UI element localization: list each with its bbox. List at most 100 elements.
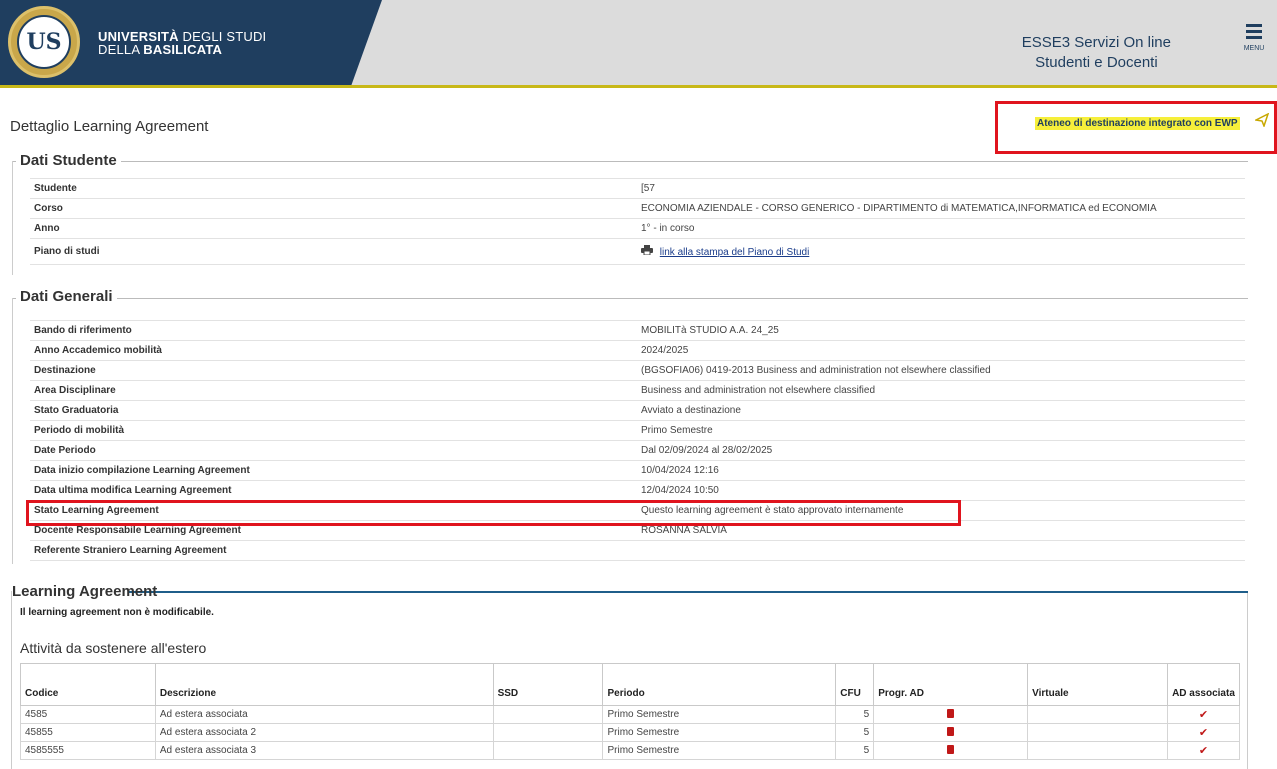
seal-letters: US [17, 15, 71, 69]
field-label: Data ultima modifica Learning Agreement [30, 480, 637, 501]
cell-ad-associata: ✔ [1166, 723, 1241, 742]
printer-icon[interactable] [641, 245, 656, 258]
cell-progr-ad [873, 741, 1029, 760]
field-label: Area Disciplinare [30, 380, 637, 401]
column-header[interactable]: Virtuale [1027, 663, 1168, 706]
table-row: Destinazione (BGSOFIA06) 0419-2013 Busine… [30, 360, 1245, 381]
table-row: Anno Accademico mobilità 2024/2025 [30, 340, 1245, 361]
ewp-link[interactable]: Ateneo di destinazione integrato con EWP [1035, 117, 1240, 130]
fieldset-border [128, 591, 1248, 593]
page-header: US UNIVERSITÀ DEGLI STUDI DELLA BASILICA… [0, 0, 1277, 88]
page-title: Dettaglio Learning Agreement [10, 118, 209, 135]
checkmark-icon: ✔ [1198, 727, 1209, 739]
cell-ssd [492, 741, 604, 760]
field-label: Anno [30, 218, 637, 239]
field-label: Date Periodo [30, 440, 637, 461]
checkmark-icon: ✔ [1198, 709, 1209, 721]
cell-ad-associata: ✔ [1166, 741, 1241, 760]
cell-cfu: 5 [835, 723, 875, 742]
cell-codice: 4585555 [20, 741, 156, 760]
field-label: Piano di studi [30, 238, 637, 265]
field-label: Destinazione [30, 360, 637, 381]
table-row: Data inizio compilazione Learning Agreem… [30, 460, 1245, 481]
cell-virtuale [1027, 705, 1168, 724]
cell-cfu: 5 [835, 705, 875, 724]
hamburger-icon [1243, 24, 1265, 39]
field-label: Stato Graduatoria [30, 400, 637, 421]
column-header[interactable]: CFU [835, 663, 875, 706]
table-row: Area Disciplinare Business and administra… [30, 380, 1245, 401]
cell-ssd [492, 723, 604, 742]
university-name: UNIVERSITÀ DEGLI STUDI DELLA BASILICATA [98, 30, 266, 56]
cell-progr-ad [873, 723, 1029, 742]
book-icon[interactable] [947, 708, 955, 718]
cell-descrizione: Ad estera associata [154, 705, 494, 724]
table-row: 4585 Ad estera associata Primo Semestre … [20, 705, 1241, 724]
column-header[interactable]: Progr. AD [873, 663, 1029, 706]
field-value [637, 540, 1245, 561]
field-label: Anno Accademico mobilità [30, 340, 637, 361]
highlight-box-la-status [26, 500, 961, 526]
print-study-plan-link[interactable]: link alla stampa del Piano di Studi [660, 247, 810, 258]
cell-virtuale [1027, 723, 1168, 742]
table-row: Referente Straniero Learning Agreement [30, 540, 1245, 561]
field-value: MOBILITà STUDIO A.A. 24_25 [637, 320, 1245, 341]
field-label: Referente Straniero Learning Agreement [30, 540, 637, 561]
paper-plane-icon[interactable] [1253, 112, 1270, 131]
cell-periodo: Primo Semestre [602, 705, 837, 724]
not-editable-notice: Il learning agreement non è modificabile… [20, 607, 214, 618]
column-header[interactable]: Codice [20, 663, 156, 706]
cell-codice: 4585 [20, 705, 156, 724]
cell-periodo: Primo Semestre [602, 723, 837, 742]
cell-ad-associata: ✔ [1166, 705, 1241, 724]
university-brand[interactable]: US UNIVERSITÀ DEGLI STUDI DELLA BASILICA… [0, 0, 382, 85]
column-header[interactable]: Descrizione [154, 663, 494, 706]
university-name-region: BASILICATA [143, 42, 223, 57]
university-name-prefix: DELLA [98, 42, 144, 57]
table-row: Corso ECONOMIA AZIENDALE - CORSO GENERICO… [30, 198, 1245, 219]
cell-periodo: Primo Semestre [602, 741, 837, 760]
fieldset-border [12, 161, 13, 275]
field-label: Corso [30, 198, 637, 219]
table-row: 4585555 Ad estera associata 3 Primo Seme… [20, 741, 1241, 760]
column-header[interactable]: Periodo [602, 663, 837, 706]
field-value: Business and administration not elsewher… [637, 380, 1245, 401]
field-label: Data inizio compilazione Learning Agreem… [30, 460, 637, 481]
book-icon[interactable] [947, 726, 955, 736]
student-data-table: Studente [57 Corso ECONOMIA AZIENDALE - CO… [30, 178, 1245, 265]
table-row: Date Periodo Dal 02/09/2024 al 28/02/2025 [30, 440, 1245, 461]
column-header[interactable]: SSD [492, 663, 604, 706]
table-header-row: Codice Descrizione SSD Periodo CFU Progr… [20, 663, 1241, 706]
fieldset-border [12, 298, 1248, 299]
fieldset-border [1247, 591, 1248, 769]
book-icon[interactable] [947, 744, 955, 754]
field-value: Dal 02/09/2024 al 28/02/2025 [637, 440, 1245, 461]
table-row: Piano di studi link alla stampa del Pian… [30, 238, 1245, 265]
table-row: Data ultima modifica Learning Agreement 1… [30, 480, 1245, 501]
field-value: 1° - in corso [637, 218, 1245, 239]
fieldset-border [12, 298, 13, 564]
table-row: Studente [57 [30, 178, 1245, 199]
field-value: 10/04/2024 12:16 [637, 460, 1245, 481]
university-seal-logo: US [8, 6, 80, 78]
fieldset-border [12, 161, 1248, 162]
checkmark-icon: ✔ [1198, 745, 1209, 757]
section-title-dati-studente: Dati Studente [16, 152, 121, 169]
cell-virtuale [1027, 741, 1168, 760]
table-row: Bando di riferimento MOBILITà STUDIO A.A.… [30, 320, 1245, 341]
section-title-dati-generali: Dati Generali [16, 288, 117, 305]
fieldset-border [11, 591, 12, 769]
field-value: Avviato a destinazione [637, 400, 1245, 421]
table-row: Periodo di mobilità Primo Semestre [30, 420, 1245, 441]
column-header[interactable]: AD associata [1166, 663, 1241, 706]
activities-subtitle: Attività da sostenere all'estero [20, 640, 207, 656]
field-value: 2024/2025 [637, 340, 1245, 361]
menu-button[interactable]: MENU [1243, 24, 1265, 53]
field-value: Primo Semestre [637, 420, 1245, 441]
field-value: ECONOMIA AZIENDALE - CORSO GENERICO - DI… [637, 198, 1245, 219]
table-row: Anno 1° - in corso [30, 218, 1245, 239]
cell-progr-ad [873, 705, 1029, 724]
table-row: Stato Graduatoria Avviato a destinazione [30, 400, 1245, 421]
field-value: 12/04/2024 10:50 [637, 480, 1245, 501]
table-row: 45855 Ad estera associata 2 Primo Semest… [20, 723, 1241, 742]
